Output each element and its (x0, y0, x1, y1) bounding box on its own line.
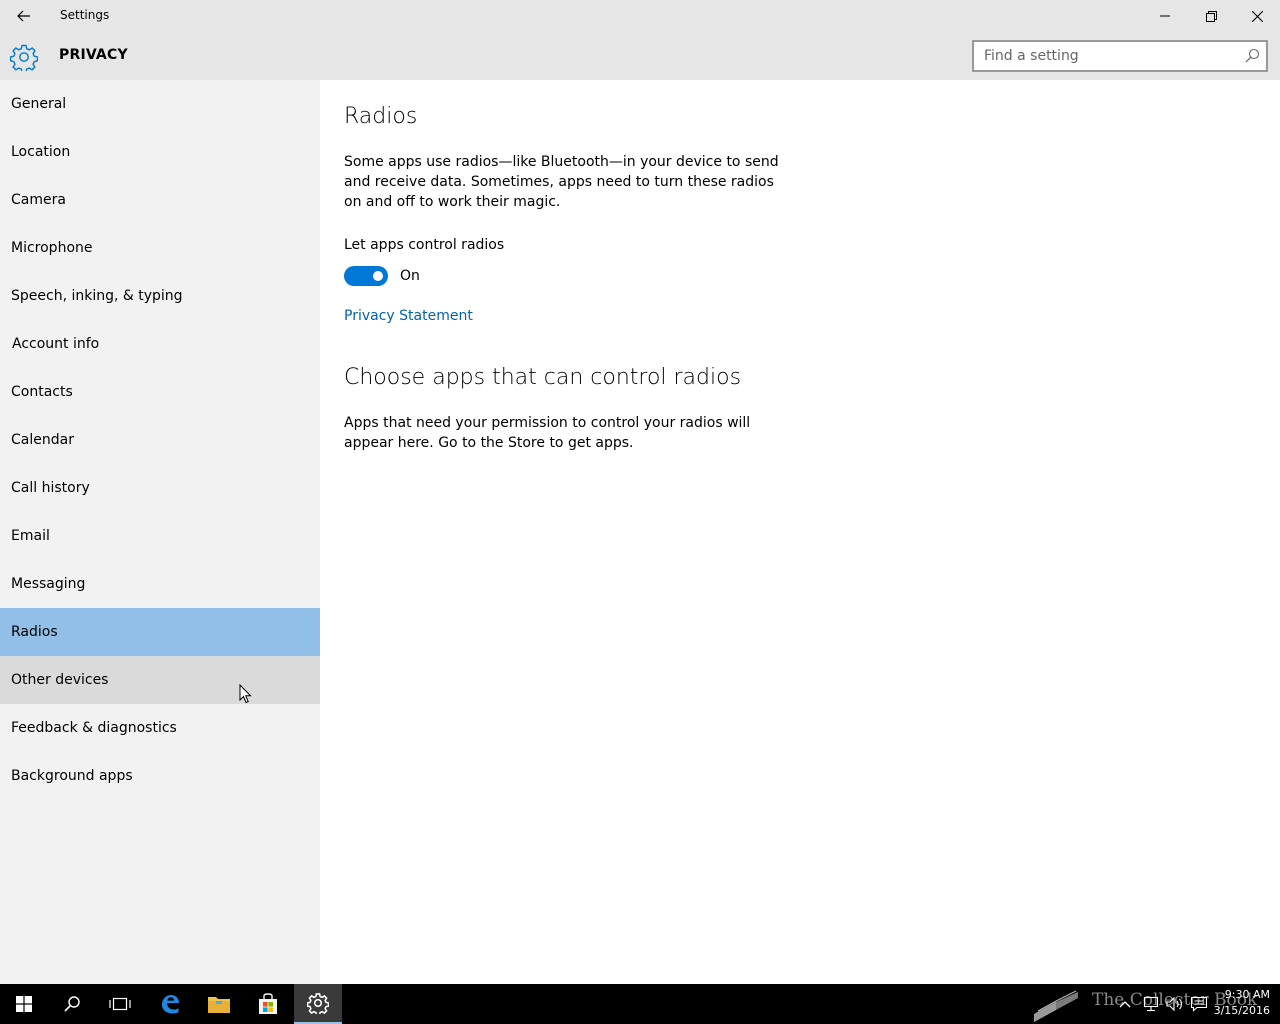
minimize-icon (1160, 15, 1170, 17)
action-center-button[interactable] (1190, 984, 1208, 1024)
radios-description: Some apps use radios—like Bluetooth—in y… (344, 154, 779, 210)
search-icon (64, 996, 80, 1012)
volume-tray-button[interactable] (1166, 984, 1184, 1024)
back-arrow-icon (17, 10, 30, 22)
speaker-icon (1166, 996, 1182, 1012)
taskbar: The Collector Book 9:30 AM 3/15/2016 (0, 984, 1280, 1024)
store-button[interactable] (244, 984, 292, 1024)
let-apps-control-radios-toggle[interactable] (344, 266, 388, 286)
sidebar-item-other-devices[interactable]: Other devices (0, 656, 320, 704)
start-button[interactable] (0, 984, 48, 1024)
edge-browser-button[interactable] (146, 984, 194, 1024)
sidebar-item-radios[interactable]: Radios (0, 608, 320, 656)
sidebar-item-camera[interactable]: Camera (0, 176, 320, 224)
toggle-label: Let apps control radios (344, 237, 505, 253)
sidebar-item-feedback-diagnostics[interactable]: Feedback & diagnostics (0, 704, 320, 752)
sidebar-item-background-apps[interactable]: Background apps (0, 752, 320, 800)
search-box[interactable] (972, 40, 1268, 72)
sidebar-nav: General Location Camera Microphone Speec… (0, 80, 320, 984)
show-hidden-icons-button[interactable] (1118, 984, 1132, 1024)
privacy-statement-link[interactable]: Privacy Statement (344, 308, 473, 324)
watermark-logo (1030, 984, 1082, 1024)
restore-button[interactable] (1188, 0, 1234, 32)
notification-icon (1190, 996, 1208, 1012)
gear-icon (10, 44, 38, 71)
sidebar-item-contacts[interactable]: Contacts (0, 368, 320, 416)
section-description: Apps that need your permission to contro… (344, 415, 751, 451)
network-icon (1143, 996, 1159, 1012)
sidebar-item-messaging[interactable]: Messaging (0, 560, 320, 608)
title-bar: Settings (0, 0, 1280, 32)
taskbar-search-button[interactable] (48, 984, 96, 1024)
toggle-state-label: On (400, 268, 420, 284)
close-icon (1251, 10, 1263, 22)
store-icon (259, 993, 277, 1014)
sidebar-item-microphone[interactable]: Microphone (0, 224, 320, 272)
settings-taskbar-button[interactable] (294, 984, 342, 1024)
search-input[interactable] (974, 42, 1234, 70)
clock-date: 3/15/2016 (1213, 1004, 1270, 1017)
gear-icon (307, 993, 329, 1014)
window-title: Settings (60, 8, 110, 22)
sidebar-item-general[interactable]: General (0, 80, 320, 128)
sidebar-item-location[interactable]: Location (0, 128, 320, 176)
task-view-icon (109, 997, 131, 1011)
settings-header: PRIVACY (0, 32, 1280, 80)
taskbar-clock[interactable]: 9:30 AM 3/15/2016 (1214, 987, 1270, 1019)
close-button[interactable] (1234, 0, 1280, 32)
clock-time: 9:30 AM (1224, 988, 1270, 1001)
chevron-up-icon (1119, 1001, 1131, 1008)
folder-icon (208, 997, 230, 1013)
page-title: Radios (344, 104, 418, 129)
sidebar-item-call-history[interactable]: Call history (0, 464, 320, 512)
toggle-knob (373, 271, 383, 281)
sidebar-item-speech[interactable]: Speech, inking, & typing (0, 272, 320, 320)
windows-logo-icon (16, 996, 32, 1012)
sidebar-item-email[interactable]: Email (0, 512, 320, 560)
restore-icon (1205, 10, 1217, 22)
section-title: PRIVACY (59, 47, 128, 63)
sidebar-item-account-info[interactable]: Account info (0, 320, 320, 368)
mouse-cursor-icon (239, 684, 252, 704)
back-button[interactable] (0, 0, 48, 32)
network-tray-button[interactable] (1142, 984, 1160, 1024)
section-heading: Choose apps that can control radios (344, 365, 742, 390)
file-explorer-button[interactable] (195, 984, 243, 1024)
search-icon[interactable] (1244, 48, 1260, 64)
minimize-button[interactable] (1142, 0, 1188, 32)
task-view-button[interactable] (96, 984, 144, 1024)
edge-icon (162, 995, 179, 1014)
book-icon (1034, 990, 1078, 1022)
sidebar-item-calendar[interactable]: Calendar (0, 416, 320, 464)
